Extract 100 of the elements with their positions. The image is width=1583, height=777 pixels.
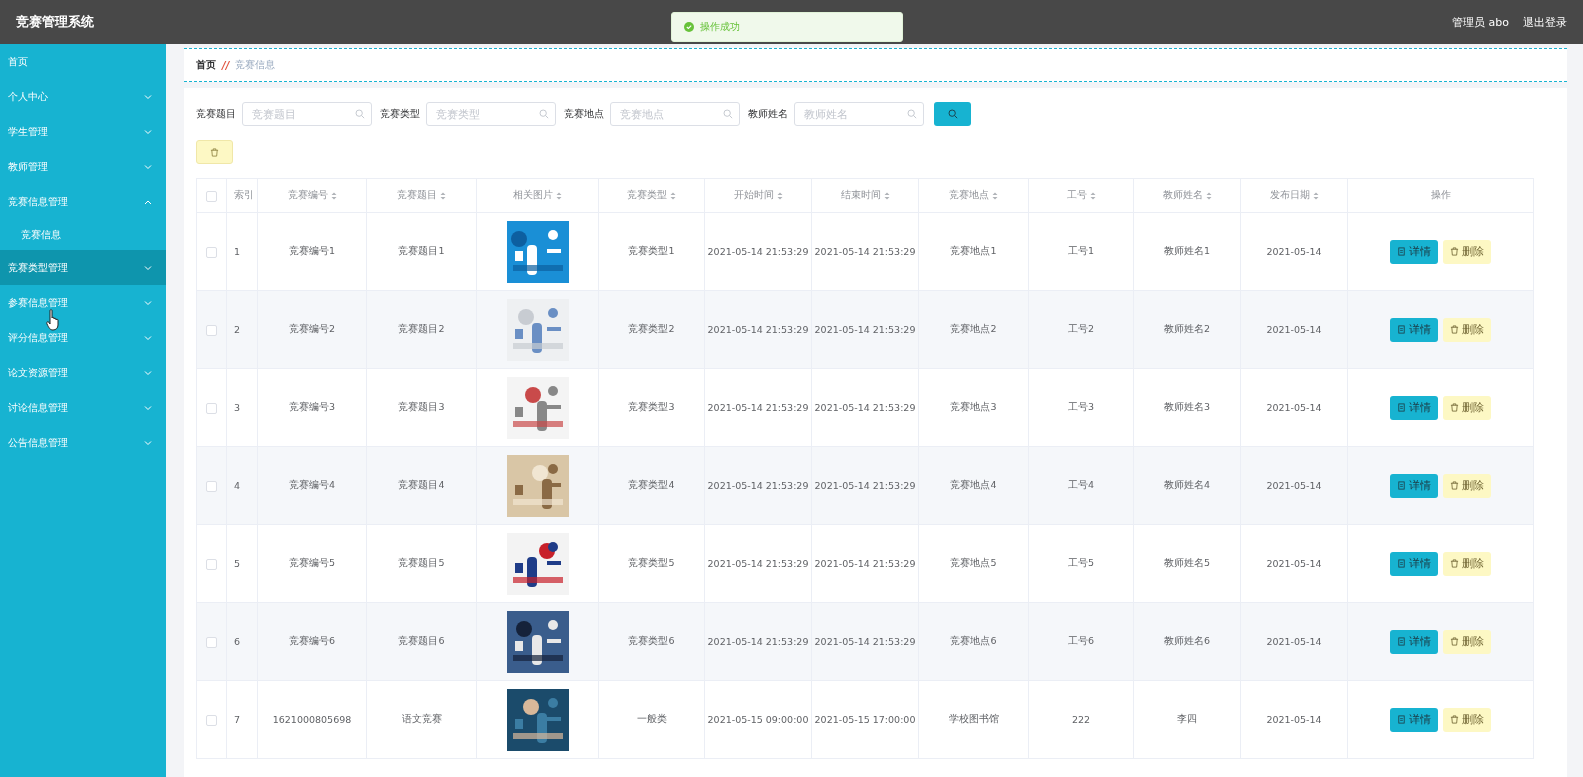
sort-icon[interactable] [330,191,337,200]
table-cell: 2021-05-14 21:53:29 [704,524,812,603]
table-cell: 竞赛地点1 [918,212,1029,291]
table-cell: 1 [226,212,258,291]
table-cell: 竞赛类型3 [598,368,705,447]
search-icon [947,109,958,119]
row-checkbox[interactable] [206,402,217,414]
delete-button[interactable]: 删除 [1443,395,1491,420]
row-checkbox[interactable] [206,714,217,726]
sort-icon[interactable] [556,191,562,200]
table-cell: 4 [226,446,258,525]
details-button[interactable]: 详情 [1390,473,1438,498]
logout-link[interactable]: 退出登录 [1523,14,1567,30]
delete-button[interactable]: 删除 [1443,317,1491,342]
table-cell: 竞赛类型6 [598,602,705,681]
trash-icon [210,147,219,157]
column-header[interactable]: 结束时间 [811,178,919,213]
sort-icon[interactable] [670,191,676,200]
column-header[interactable]: 竞赛类型 [598,178,705,213]
column-header: 操作 [1347,178,1534,213]
search-button[interactable] [934,102,971,126]
sidebar-item[interactable]: 竞赛信息管理 [0,184,166,219]
sidebar-subitem[interactable]: 竞赛信息 [0,219,166,250]
table-cell: 2021-05-14 [1240,524,1348,603]
sort-icon[interactable] [883,191,890,200]
table-cell: 竞赛编号6 [257,602,367,681]
sidebar-item[interactable]: 学生管理 [0,114,166,149]
sort-icon[interactable] [776,191,783,200]
row-checkbox[interactable] [206,636,217,648]
sidebar-item[interactable]: 个人中心 [0,79,166,114]
column-header[interactable]: 工号 [1028,178,1134,213]
trash-icon [1450,481,1459,490]
table-cell: 工号1 [1028,212,1134,291]
table-cell: 工号5 [1028,524,1134,603]
table-cell: 2021-05-14 21:53:29 [704,368,812,447]
sort-icon[interactable] [1089,191,1096,200]
delete-button[interactable]: 删除 [1443,629,1491,654]
table-cell: 竞赛题目2 [366,290,477,369]
column-header[interactable]: 竞赛地点 [918,178,1029,213]
details-button[interactable]: 详情 [1390,707,1438,732]
column-header[interactable]: 发布日期 [1240,178,1348,213]
table-cell: 2021-05-14 21:53:29 [811,368,919,447]
table-cell: 竞赛编号1 [257,212,367,291]
sidebar-item[interactable]: 首页 [0,44,166,79]
sidebar-item[interactable]: 参赛信息管理 [0,285,166,320]
document-icon [1397,559,1406,568]
details-button[interactable]: 详情 [1390,317,1438,342]
details-button[interactable]: 详情 [1390,551,1438,576]
trash-icon [1450,637,1459,646]
trash-icon [1450,247,1459,256]
table-cell: 2021-05-14 21:53:29 [704,446,812,525]
sidebar-item[interactable]: 讨论信息管理 [0,390,166,425]
column-header[interactable]: 竞赛题目 [366,178,477,213]
delete-button[interactable]: 删除 [1443,239,1491,264]
table-cell: 竞赛编号4 [257,446,367,525]
table-cell: 竞赛题目5 [366,524,477,603]
table-cell: 2021-05-14 [1240,212,1348,291]
table-cell: 竞赛编号2 [257,290,367,369]
sort-icon[interactable] [1205,191,1212,200]
document-icon [1397,325,1406,334]
table-cell: 2021-05-14 [1240,368,1348,447]
filter-label: 竞赛题目 [196,107,236,121]
column-header[interactable]: 开始时间 [704,178,812,213]
batch-delete-button[interactable] [196,140,233,164]
document-icon [1397,637,1406,646]
details-button[interactable]: 详情 [1390,239,1438,264]
delete-button[interactable]: 删除 [1443,473,1491,498]
sidebar-item[interactable]: 评分信息管理 [0,320,166,355]
sort-icon[interactable] [1312,191,1319,200]
delete-button[interactable]: 删除 [1443,551,1491,576]
sort-icon[interactable] [440,191,446,200]
table-cell: 3 [226,368,258,447]
sidebar-item[interactable]: 竞赛类型管理 [0,250,166,285]
row-checkbox[interactable] [206,246,217,258]
column-header[interactable]: 竞赛编号 [257,178,367,213]
table-cell: 教师姓名2 [1133,290,1241,369]
search-icon [355,109,365,119]
details-button[interactable]: 详情 [1390,629,1438,654]
row-checkbox[interactable] [206,324,217,336]
row-checkbox[interactable] [206,558,217,570]
column-header[interactable]: 相关图片 [476,178,599,213]
select-all-checkbox[interactable] [206,190,217,202]
breadcrumb-link[interactable]: 首页 [196,58,216,72]
table-cell: 竞赛题目4 [366,446,477,525]
column-header[interactable]: 教师姓名 [1133,178,1241,213]
sidebar-item[interactable]: 公告信息管理 [0,425,166,460]
search-icon [907,109,917,119]
sidebar-item[interactable]: 论文资源管理 [0,355,166,390]
table-cell: 2021-05-14 21:53:29 [811,212,919,291]
table-cell: 竞赛编号5 [257,524,367,603]
row-checkbox[interactable] [206,480,217,492]
details-button[interactable]: 详情 [1390,395,1438,420]
table-cell: 2021-05-14 21:53:29 [811,290,919,369]
breadcrumb-current: 竞赛信息 [235,58,276,72]
sort-icon[interactable] [992,191,998,200]
delete-button[interactable]: 删除 [1443,707,1491,732]
sidebar-item[interactable]: 教师管理 [0,149,166,184]
trash-icon [1450,715,1459,724]
table-cell: 工号3 [1028,368,1134,447]
column-header: 索引 [226,178,258,213]
